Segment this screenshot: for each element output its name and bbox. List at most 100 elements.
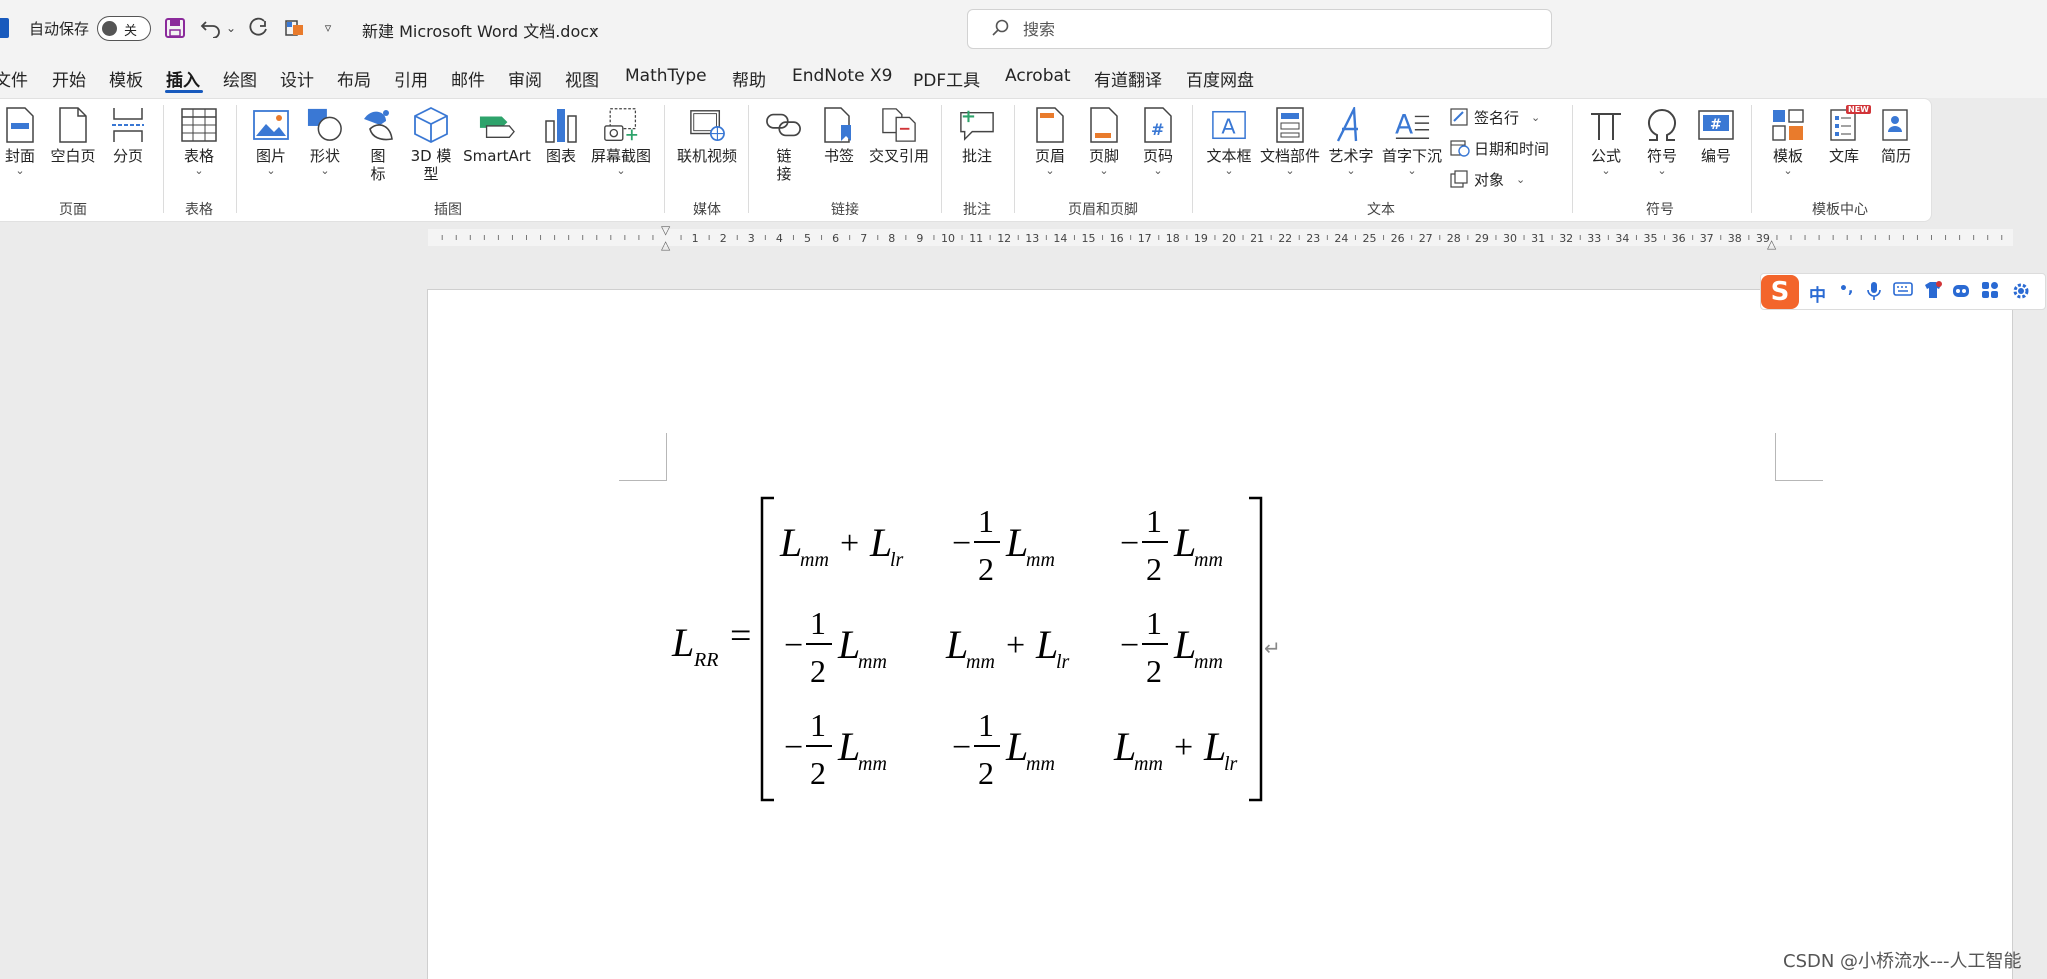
wordart-icon bbox=[1333, 107, 1369, 143]
page-break-button[interactable]: 分页 bbox=[106, 107, 150, 165]
svg-text:2: 2 bbox=[978, 551, 994, 587]
bookmark-button[interactable]: 书签 bbox=[818, 107, 860, 165]
undo-dropdown-icon[interactable]: ⌄ bbox=[224, 14, 238, 42]
ruler-number: 17 bbox=[1138, 232, 1152, 245]
touch-mode-icon[interactable] bbox=[282, 14, 308, 42]
ruler-number: 36 bbox=[1672, 232, 1686, 245]
tab-mailings[interactable]: 邮件 bbox=[451, 66, 485, 91]
tab-acrobat[interactable]: Acrobat bbox=[1005, 66, 1071, 86]
tab-endnote[interactable]: EndNote X9 bbox=[792, 66, 892, 86]
online-video-button[interactable]: 联机视频 bbox=[674, 107, 740, 165]
library-button[interactable]: NEW 文库 bbox=[1822, 105, 1871, 165]
object-button[interactable]: 对象 ⌄ bbox=[1450, 167, 1525, 191]
tab-pdf-tools[interactable]: PDF工具 bbox=[913, 66, 980, 91]
equation-lhs-sub: RR bbox=[693, 649, 718, 671]
skin-icon[interactable] bbox=[1923, 281, 1943, 304]
tab-mathtype[interactable]: MathType bbox=[625, 66, 707, 86]
3d-model-button[interactable]: 3D 模型 bbox=[408, 106, 454, 183]
picture-button[interactable]: 图片 ⌄ bbox=[248, 107, 294, 177]
tab-insert[interactable]: 插入 bbox=[166, 66, 200, 91]
cover-page-button[interactable]: 封面 ⌄ bbox=[0, 107, 40, 177]
redo-icon[interactable] bbox=[245, 14, 271, 42]
save-icon[interactable] bbox=[162, 14, 188, 42]
svg-text:−: − bbox=[784, 729, 803, 766]
ruler-number: 26 bbox=[1391, 232, 1405, 245]
chevron-down-icon: ⌄ bbox=[1783, 164, 1793, 177]
ime-punctuation-toggle[interactable]: •, bbox=[1839, 281, 1853, 297]
ime-mode-toggle[interactable]: 中 bbox=[1809, 281, 1826, 306]
screenshot-button[interactable]: 屏幕截图 ⌄ bbox=[588, 107, 654, 177]
left-bracket bbox=[760, 496, 774, 802]
keyboard-icon[interactable] bbox=[1893, 281, 1913, 302]
hanging-indent-marker[interactable]: △ bbox=[661, 238, 670, 252]
numbering-button[interactable]: # 编号 bbox=[1696, 107, 1736, 165]
search-input[interactable] bbox=[1023, 18, 1523, 40]
comment-button[interactable]: 批注 bbox=[955, 107, 999, 165]
header-button[interactable]: 页眉 ⌄ bbox=[1028, 107, 1072, 177]
footer-button[interactable]: 页脚 ⌄ bbox=[1082, 107, 1126, 177]
matrix-cell-r1c1: L mm + L lr bbox=[779, 520, 904, 571]
equation-button[interactable]: 公式 ⌄ bbox=[1586, 107, 1626, 177]
table-button[interactable]: 表格 ⌄ bbox=[176, 107, 222, 177]
tab-references[interactable]: 引用 bbox=[394, 66, 428, 91]
tab-youdao[interactable]: 有道翻译 bbox=[1094, 66, 1162, 91]
svg-text:#: # bbox=[1710, 117, 1722, 133]
tab-draw[interactable]: 绘图 bbox=[223, 66, 257, 91]
signature-line-button[interactable]: 签名行 ⌄ bbox=[1450, 105, 1540, 129]
first-line-indent-marker[interactable]: ▽ bbox=[661, 223, 670, 237]
document-title[interactable]: 新建 Microsoft Word 文档.docx bbox=[362, 18, 599, 42]
drop-cap-button[interactable]: A 首字下沉 ⌄ bbox=[1380, 107, 1444, 177]
ruler-number: 31 bbox=[1531, 232, 1545, 245]
table-icon bbox=[181, 107, 217, 143]
tab-template[interactable]: 模板 bbox=[109, 66, 143, 91]
tab-review[interactable]: 审阅 bbox=[508, 66, 542, 91]
autosave-state: 关 bbox=[124, 24, 138, 39]
symbol-button[interactable]: 符号 ⌄ bbox=[1642, 107, 1682, 177]
icons-button[interactable]: 图标 bbox=[358, 107, 398, 183]
tab-view[interactable]: 视图 bbox=[565, 66, 599, 91]
blank-page-button[interactable]: 空白页 bbox=[48, 107, 98, 165]
undo-icon[interactable] bbox=[198, 14, 224, 42]
tab-layout[interactable]: 布局 bbox=[337, 66, 371, 91]
shapes-button[interactable]: 形状 ⌄ bbox=[302, 107, 348, 177]
tab-help[interactable]: 帮助 bbox=[732, 66, 766, 91]
tab-baidu-pan[interactable]: 百度网盘 bbox=[1186, 66, 1254, 91]
sogou-logo-icon[interactable]: S bbox=[1761, 275, 1799, 309]
word-logo-icon[interactable] bbox=[0, 18, 9, 38]
right-indent-marker[interactable]: △ bbox=[1767, 237, 1776, 251]
microphone-icon[interactable] bbox=[1867, 281, 1881, 306]
ime-settings-gear-icon[interactable] bbox=[2011, 281, 2031, 306]
textbox-button[interactable]: A 文本框 ⌄ bbox=[1204, 107, 1254, 177]
apps-grid-icon[interactable] bbox=[1981, 281, 1999, 304]
quick-parts-button[interactable]: 文档部件 ⌄ bbox=[1258, 107, 1322, 177]
screenshot-icon bbox=[603, 107, 639, 143]
object-icon bbox=[1450, 170, 1470, 188]
wordart-button[interactable]: 艺术字 ⌄ bbox=[1326, 107, 1376, 177]
customize-toolbar-icon[interactable]: ▿ bbox=[318, 14, 338, 42]
new-badge: NEW bbox=[1846, 105, 1871, 114]
svg-text:L: L bbox=[1173, 622, 1196, 667]
svg-text:1: 1 bbox=[810, 707, 826, 743]
chevron-down-icon: ⌄ bbox=[1516, 172, 1526, 186]
link-button[interactable]: 链接 bbox=[764, 107, 804, 183]
cross-reference-button[interactable]: 交叉引用 bbox=[866, 107, 932, 165]
search-box[interactable] bbox=[967, 9, 1552, 49]
template-button[interactable]: 模板 ⌄ bbox=[1766, 107, 1810, 177]
tab-design[interactable]: 设计 bbox=[280, 66, 314, 91]
smartart-button[interactable]: SmartArt bbox=[462, 107, 532, 165]
matrix-cell-r2c3: − 1 2 L mm bbox=[1120, 605, 1223, 689]
group-label-header-footer: 页眉和页脚 bbox=[1068, 202, 1138, 218]
chevron-down-icon: ⌄ bbox=[1407, 164, 1417, 177]
date-time-button[interactable]: 日期和时间 bbox=[1450, 136, 1549, 160]
robot-assistant-icon[interactable] bbox=[1951, 281, 1971, 304]
tab-file[interactable]: 文件 bbox=[0, 66, 28, 91]
autosave-toggle[interactable]: 关 bbox=[97, 16, 151, 41]
template-icon bbox=[1770, 107, 1806, 143]
page-number-button[interactable]: # 页码 ⌄ bbox=[1136, 107, 1180, 177]
chart-button[interactable]: 图表 bbox=[540, 107, 582, 165]
resume-button[interactable]: 简历 bbox=[1874, 107, 1918, 165]
chevron-down-icon[interactable]: ⌄ bbox=[590, 20, 601, 35]
ime-toolbar[interactable]: S 中 •, bbox=[1760, 273, 2046, 310]
tab-home[interactable]: 开始 bbox=[52, 66, 86, 91]
matrix-equation[interactable]: L RR = L mm + L lr − 1 2 L mm − 1 2 L mm… bbox=[660, 488, 1280, 808]
